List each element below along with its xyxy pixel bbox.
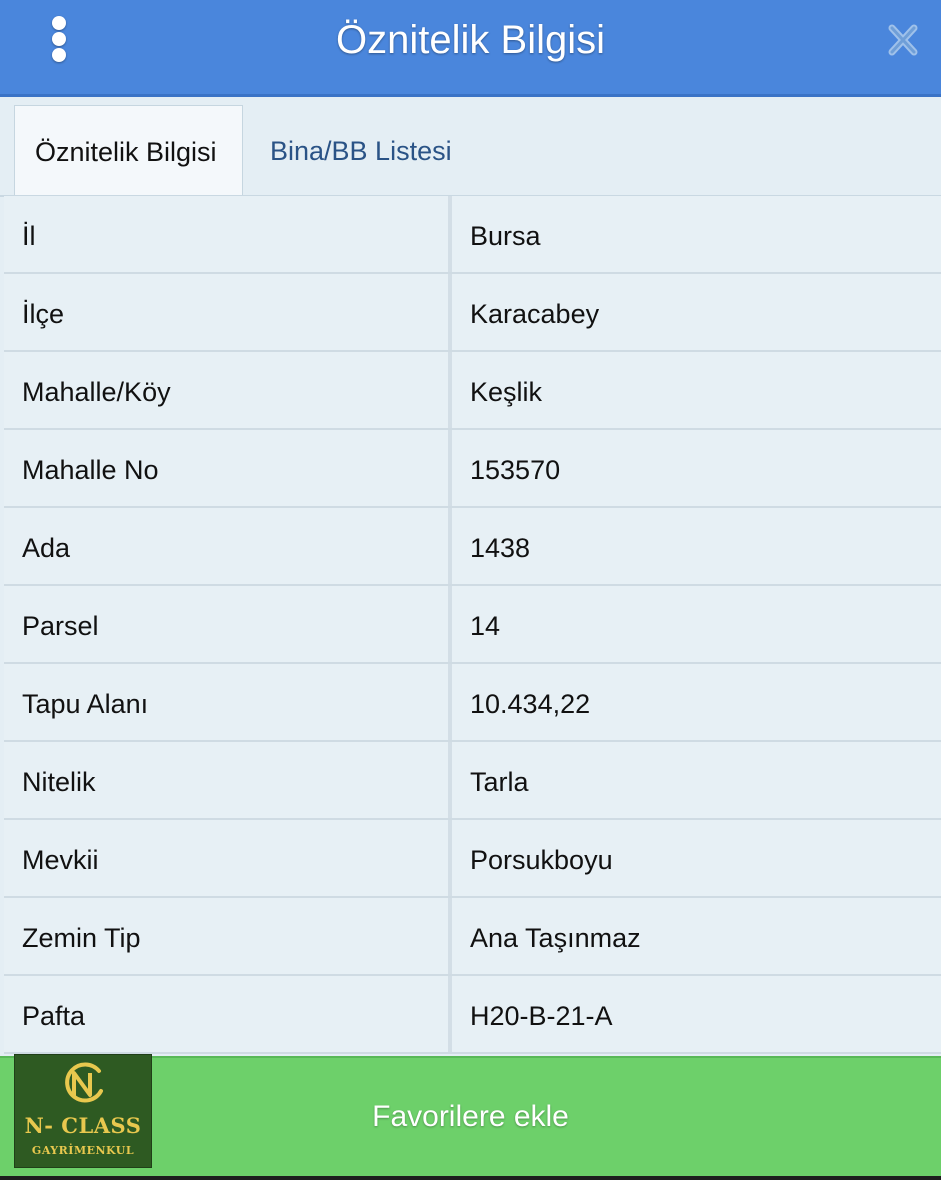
row-value: Tarla <box>470 767 529 797</box>
row-key: Pafta <box>22 1001 86 1031</box>
logo-name: N- CLASS <box>24 1113 142 1138</box>
tab-bar: Öznitelik Bilgisi Bina/BB Listesi <box>0 97 941 197</box>
row-key: Mahalle No <box>22 455 159 485</box>
tab-building-list[interactable]: Bina/BB Listesi <box>250 105 472 195</box>
row-key: Ada <box>22 533 71 563</box>
row-key: İlçe <box>22 299 65 329</box>
close-icon <box>888 24 918 56</box>
column-divider <box>448 508 452 584</box>
row-value: Bursa <box>470 221 541 251</box>
table-row: Zemin Tip Ana Taşınmaz <box>4 898 941 976</box>
table-row: Mahalle No 153570 <box>4 430 941 508</box>
page-title: Öznitelik Bilgisi <box>336 18 605 62</box>
column-divider <box>448 820 452 896</box>
row-key: Tapu Alanı <box>22 689 149 719</box>
row-value: 14 <box>470 611 501 641</box>
table-row: Nitelik Tarla <box>4 742 941 820</box>
row-key: Parsel <box>22 611 99 641</box>
column-divider <box>448 352 452 428</box>
row-value: Keşlik <box>470 377 543 407</box>
table-row: İl Bursa <box>4 196 941 274</box>
company-logo: N- CLASS GAYRİMENKUL <box>14 1054 152 1168</box>
tab-attribute-info[interactable]: Öznitelik Bilgisi <box>14 105 243 195</box>
column-divider <box>448 274 452 350</box>
row-value: Karacabey <box>470 299 600 329</box>
column-divider <box>448 430 452 506</box>
row-value: Porsukboyu <box>470 845 613 875</box>
attribute-table: İl Bursa İlçe Karacabey Mahalle/Köy Keşl… <box>4 196 941 1054</box>
column-divider <box>448 586 452 662</box>
row-value: Ana Taşınmaz <box>470 923 641 953</box>
row-value: 153570 <box>470 455 561 485</box>
table-row: Parsel 14 <box>4 586 941 664</box>
close-button[interactable] <box>880 20 926 60</box>
table-row: Mevkii Porsukboyu <box>4 820 941 898</box>
table-row: Pafta H20-B-21-A <box>4 976 941 1054</box>
table-row: Mahalle/Köy Keşlik <box>4 352 941 430</box>
row-value: 1438 <box>470 533 531 563</box>
row-value: H20-B-21-A <box>470 1001 613 1031</box>
column-divider <box>448 898 452 974</box>
column-divider <box>448 742 452 818</box>
row-key: Zemin Tip <box>22 923 141 953</box>
column-divider <box>448 196 452 272</box>
table-row: İlçe Karacabey <box>4 274 941 352</box>
column-divider <box>448 664 452 740</box>
table-row: Ada 1438 <box>4 508 941 586</box>
row-key: Mahalle/Köy <box>22 377 171 407</box>
row-value: 10.434,22 <box>470 689 591 719</box>
column-divider <box>448 976 452 1052</box>
row-key: Nitelik <box>22 767 96 797</box>
header-bar: Öznitelik Bilgisi <box>0 0 941 97</box>
table-row: Tapu Alanı 10.434,22 <box>4 664 941 742</box>
attribute-panel: Öznitelik Bilgisi Öznitelik Bilgisi Bina… <box>0 0 941 1176</box>
logo-mark-icon <box>65 1062 103 1103</box>
logo-subtitle: GAYRİMENKUL <box>31 1144 135 1157</box>
row-key: İl <box>22 221 36 251</box>
row-key: Mevkii <box>22 845 99 875</box>
